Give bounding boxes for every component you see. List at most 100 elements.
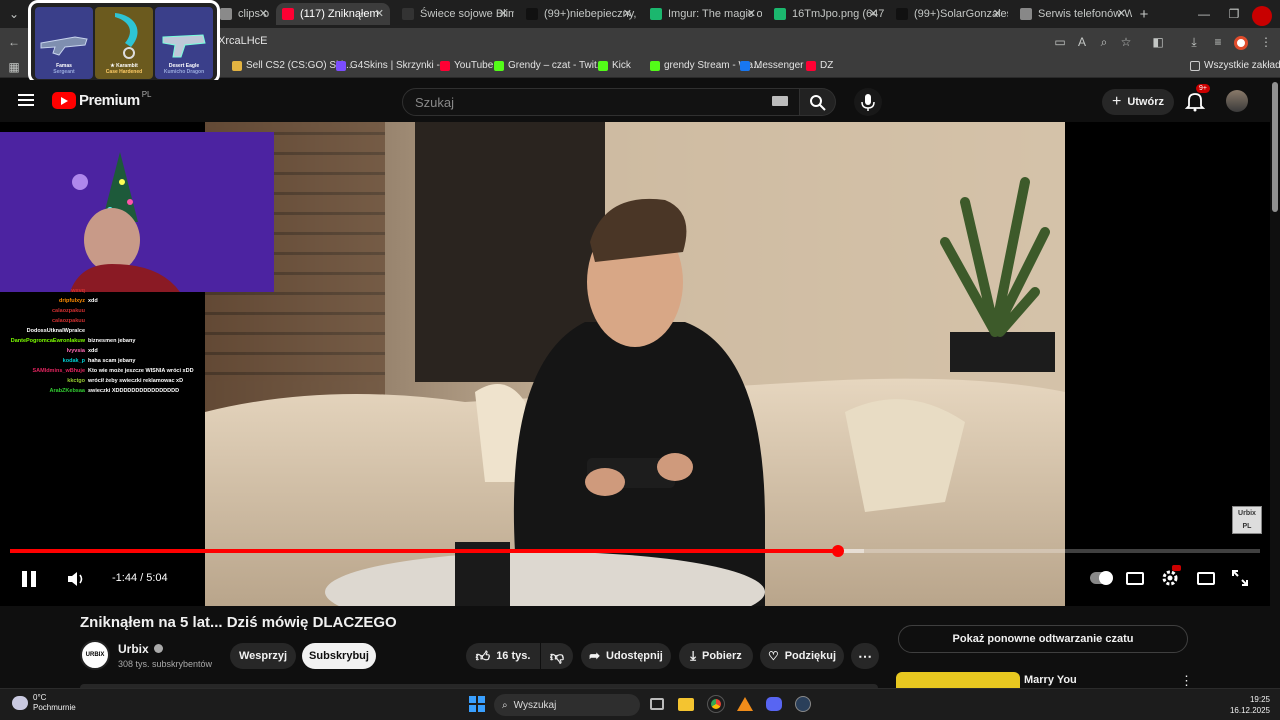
- tab-5[interactable]: Imgur: The magic of ✕: [644, 3, 762, 25]
- video-player[interactable]: wxvq dripfulxyz xdd calaozpakuu calaozpakuu D…: [0, 122, 1270, 606]
- autoplay-toggle[interactable]: [1090, 571, 1113, 585]
- profile-avatar[interactable]: [1252, 6, 1272, 26]
- apps-icon[interactable]: ▦: [6, 59, 22, 75]
- channel-name[interactable]: Urbix: [118, 642, 164, 656]
- zoom-icon[interactable]: ⌕: [1096, 34, 1112, 50]
- chat-text: xdd: [88, 348, 98, 354]
- bookmark-star-icon[interactable]: ☆: [1118, 34, 1134, 50]
- tab-2[interactable]: (117) Zniknąłem ✕: [276, 3, 390, 25]
- start-button[interactable]: [469, 696, 485, 712]
- bookmark-8[interactable]: DZ: [806, 60, 833, 71]
- hamburger-menu-icon[interactable]: [18, 94, 34, 106]
- tab-3[interactable]: Świece sojowe Blim ✕: [396, 3, 514, 25]
- clock[interactable]: 19:25 16.12.2025: [1226, 694, 1270, 716]
- volume-button[interactable]: [66, 570, 86, 588]
- account-avatar[interactable]: [1226, 90, 1248, 112]
- extensions-icon[interactable]: ◧: [1150, 34, 1166, 50]
- pause-button[interactable]: [20, 570, 38, 588]
- task-view-icon[interactable]: [650, 698, 664, 710]
- knife-icon: [115, 13, 138, 59]
- page-scrollbar[interactable]: [1272, 82, 1278, 212]
- tab-close-icon[interactable]: ✕: [1117, 7, 1126, 20]
- bookmark-1[interactable]: Sell CS2 (CS:GO) Ski...: [232, 60, 352, 71]
- chrome-icon[interactable]: [707, 695, 725, 713]
- media-icon[interactable]: ≡: [1210, 34, 1226, 50]
- fullscreen-icon[interactable]: [1232, 570, 1248, 586]
- bookmark-7[interactable]: Messenger: [740, 60, 803, 71]
- tab-4[interactable]: (99+)niebepieczny, l ✕: [520, 3, 638, 25]
- more-actions-button[interactable]: ⋯: [851, 643, 879, 669]
- tab-close-icon[interactable]: ✕: [869, 7, 878, 20]
- chat-text: haha scam jebany: [88, 358, 136, 364]
- menu-icon[interactable]: ⋮: [1258, 34, 1274, 50]
- subscribe-button[interactable]: Subskrybuj: [302, 643, 376, 669]
- support-button[interactable]: Wesprzyj: [230, 643, 296, 669]
- taskbar-search-label: Wyszukaj: [513, 699, 557, 711]
- tab-label: (117) Zniknąłem: [300, 8, 379, 20]
- thanks-button[interactable]: ♡ Podziękuj: [760, 643, 844, 669]
- all-bookmarks[interactable]: Wszystkie zakładki: [1190, 60, 1280, 71]
- windows-logo-icon: [469, 696, 485, 712]
- chat-text: swieczki XDDDDDDDDDDDDDDDD: [88, 388, 180, 394]
- download-button[interactable]: ⤓ Pobierz: [679, 643, 753, 669]
- settings-gear-icon[interactable]: [1160, 565, 1181, 588]
- steam-icon[interactable]: [795, 696, 811, 712]
- tab-search-icon[interactable]: ⌄: [6, 6, 22, 22]
- taskbar-search[interactable]: ⌕ Wyszukaj: [494, 694, 640, 716]
- tab-6[interactable]: 16TmJpo.png (647×5✕: [768, 3, 884, 25]
- voice-search-button[interactable]: [854, 88, 882, 116]
- extension-icon[interactable]: [1234, 36, 1248, 50]
- create-button[interactable]: + Utwórz: [1102, 89, 1174, 115]
- video-title: Zniknąłem na 5 lat... Dziś mówię DLACZEG…: [80, 614, 397, 631]
- tab-1[interactable]: clips o ✕: [214, 3, 274, 25]
- scrubber-handle[interactable]: [831, 545, 844, 557]
- weather-icon: [12, 696, 28, 710]
- keyboard-icon[interactable]: [772, 96, 788, 106]
- watermark-text: Urbix PL: [1238, 510, 1256, 530]
- temperature: 0°C: [33, 693, 47, 702]
- next-video-title[interactable]: Marry You: [1024, 674, 1077, 686]
- tab-close-icon[interactable]: ✕: [623, 7, 632, 20]
- next-video-menu-icon[interactable]: ⋮: [1180, 673, 1193, 689]
- address-bar[interactable]: XrcaLHcE: [212, 31, 1072, 53]
- file-explorer-icon[interactable]: [678, 698, 694, 711]
- share-button[interactable]: ➦ Udostępnij: [581, 643, 671, 669]
- bookmark-5[interactable]: Kick: [598, 60, 631, 71]
- subtitles-icon[interactable]: [1126, 572, 1144, 585]
- bookmark-2[interactable]: G4Skins | Skrzynki -...: [336, 60, 448, 71]
- show-chat-replay-button[interactable]: Pokaż ponowne odtwarzanie czatu: [898, 625, 1188, 653]
- tab-8[interactable]: Serwis telefonów We ✕: [1014, 3, 1132, 25]
- minimize-icon[interactable]: —: [1196, 6, 1212, 22]
- stream-chat-overlay: wxvq dripfulxyz xdd calaozpakuu calaozpakuu D…: [0, 286, 210, 396]
- progress-bar[interactable]: [10, 545, 1260, 557]
- bookmark-3[interactable]: YouTube: [440, 60, 493, 71]
- like-button[interactable]: 👍︎ 16 tys.: [466, 643, 540, 669]
- restore-icon[interactable]: ❐: [1226, 6, 1242, 22]
- chat-username: calaozpakuu: [51, 308, 85, 314]
- discord-icon[interactable]: [766, 697, 782, 711]
- tab-close-icon[interactable]: ✕: [259, 7, 268, 20]
- next-video-thumbnail[interactable]: [896, 672, 1020, 688]
- theater-mode-icon[interactable]: [1197, 572, 1215, 585]
- weather-widget[interactable]: 0°C Pochmurnie: [12, 693, 76, 713]
- dislike-button[interactable]: 👎︎: [541, 643, 573, 669]
- translate-icon[interactable]: A: [1074, 34, 1090, 50]
- notifications-button[interactable]: 9+: [1184, 84, 1210, 112]
- search-input[interactable]: Szukaj: [402, 88, 800, 116]
- youtube-logo[interactable]: Premium PL: [52, 90, 152, 109]
- cast-icon[interactable]: ▭: [1052, 34, 1068, 50]
- bookmark-4[interactable]: Grendy – czat - Twit...: [494, 60, 605, 71]
- back-icon[interactable]: ←: [6, 34, 22, 50]
- tab-close-icon[interactable]: ✕: [499, 7, 508, 20]
- tab-7[interactable]: (99+)SolarGonzales ✕: [890, 3, 1008, 25]
- tab-close-icon[interactable]: ✕: [993, 7, 1002, 20]
- download-icon[interactable]: ⤓: [1186, 34, 1202, 50]
- app-icon[interactable]: [737, 697, 753, 711]
- clock-time: 19:25: [1249, 695, 1270, 704]
- tab-close-icon[interactable]: ✕: [375, 7, 384, 20]
- search-button[interactable]: [800, 88, 836, 116]
- new-tab-icon[interactable]: +: [1136, 6, 1152, 23]
- tab-close-icon[interactable]: ✕: [747, 7, 756, 20]
- channel-avatar[interactable]: URBIX: [80, 640, 110, 670]
- channel-watermark[interactable]: Urbix PL: [1232, 506, 1262, 534]
